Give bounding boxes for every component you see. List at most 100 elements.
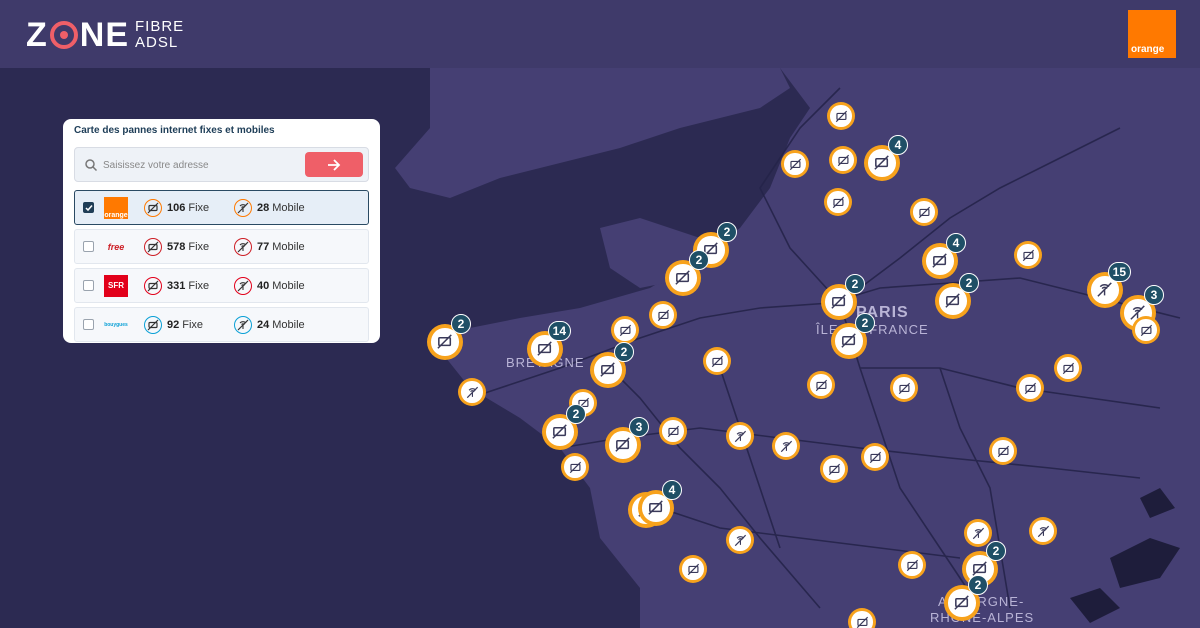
mobile-count: 40	[257, 279, 270, 292]
fixe-outage-icon	[827, 191, 849, 213]
cluster-count-badge: 4	[946, 233, 966, 253]
target-icon	[49, 21, 78, 49]
outage-cluster-marker[interactable]: 2	[831, 313, 875, 359]
outage-cluster-marker[interactable]: 2	[590, 342, 634, 388]
outage-marker[interactable]	[829, 146, 857, 174]
outage-cluster-marker[interactable]: 2	[821, 274, 865, 320]
operator-row-free[interactable]: free 578 Fixe 77 Mobile	[74, 229, 369, 264]
operator-checkbox[interactable]	[83, 280, 94, 291]
search-submit-button[interactable]	[305, 152, 363, 177]
fixe-outage-icon	[913, 201, 935, 223]
mobile-label: Mobile	[272, 240, 305, 253]
operator-row-orange[interactable]: orange 106 Fixe 28 Mobile	[74, 190, 369, 225]
fixe-outage-icon	[810, 374, 832, 396]
outage-cluster-marker[interactable]: 15	[1087, 262, 1131, 308]
outage-cluster-marker[interactable]: 4	[922, 233, 966, 279]
outage-marker[interactable]	[772, 432, 800, 460]
outage-marker[interactable]	[898, 551, 926, 579]
mobile-outage-icon	[729, 425, 751, 447]
fixe-outage-icon	[594, 356, 622, 384]
fixe-count: 92	[167, 318, 180, 331]
cluster-count-badge: 2	[689, 250, 709, 270]
operator-checkbox[interactable]	[83, 319, 94, 330]
fixe-outages: 106 Fixe	[144, 198, 228, 217]
cluster-count-badge: 2	[451, 314, 471, 334]
outage-marker[interactable]	[827, 102, 855, 130]
outage-marker[interactable]	[1132, 316, 1160, 344]
cluster-count-badge: 3	[629, 417, 649, 437]
outage-marker[interactable]	[861, 443, 889, 471]
fixe-outage-icon	[1017, 244, 1039, 266]
address-input[interactable]	[103, 155, 303, 175]
outage-marker[interactable]	[726, 422, 754, 450]
fixe-outage-icon	[609, 431, 637, 459]
cluster-count-badge: 2	[968, 575, 988, 595]
fixe-outage-icon	[614, 319, 636, 341]
outage-marker[interactable]	[611, 316, 639, 344]
outage-marker[interactable]	[820, 455, 848, 483]
outage-marker[interactable]	[781, 150, 809, 178]
outage-cluster-marker[interactable]: 2	[935, 273, 979, 319]
operator-list: orange 106 Fixe 28 Mobile free 578 Fixe …	[74, 190, 369, 342]
outage-cluster-marker[interactable]: 2	[944, 575, 988, 621]
mobile-outages: 77 Mobile	[234, 237, 305, 256]
cluster-count-badge: 2	[959, 273, 979, 293]
mobile-outage-icon	[775, 435, 797, 457]
operator-row-sfr[interactable]: SFR 331 Fixe 40 Mobile	[74, 268, 369, 303]
cluster-count-badge: 3	[1144, 285, 1164, 305]
search-icon	[85, 159, 98, 172]
mobile-count: 77	[257, 240, 270, 253]
outage-cluster-marker[interactable]: 2	[542, 404, 586, 450]
outage-marker[interactable]	[649, 301, 677, 329]
mobile-outage-icon	[1032, 520, 1054, 542]
fixe-outages: 331 Fixe	[144, 276, 228, 295]
cluster-count-badge: 2	[986, 541, 1006, 561]
outage-marker[interactable]	[1016, 374, 1044, 402]
fixe-outage-icon	[652, 304, 674, 326]
outage-marker[interactable]	[1014, 241, 1042, 269]
outage-marker[interactable]	[890, 374, 918, 402]
outage-marker[interactable]	[1029, 517, 1057, 545]
logo-adsl: ADSL	[135, 34, 179, 51]
mobile-outage-icon	[234, 276, 252, 295]
fixe-outage-icon	[669, 264, 697, 292]
outage-marker[interactable]	[910, 198, 938, 226]
operator-checkbox[interactable]	[83, 241, 94, 252]
outage-marker[interactable]	[848, 608, 876, 628]
mobile-count: 28	[257, 201, 270, 214]
outage-cluster-marker[interactable]: 4	[864, 135, 908, 181]
outage-cluster-marker[interactable]: 4	[638, 480, 682, 526]
outage-marker[interactable]	[964, 519, 992, 547]
fixe-outage-icon	[851, 611, 873, 628]
outage-marker[interactable]	[659, 417, 687, 445]
outage-marker[interactable]	[1054, 354, 1082, 382]
operator-checkbox[interactable]	[83, 202, 94, 213]
outage-marker[interactable]	[807, 371, 835, 399]
mobile-outages: 40 Mobile	[234, 276, 305, 295]
outage-cluster-marker[interactable]: 2	[665, 250, 709, 296]
outage-marker[interactable]	[726, 526, 754, 554]
fixe-outage-icon	[992, 440, 1014, 462]
cluster-count-badge: 2	[566, 404, 586, 424]
mobile-outage-icon	[729, 529, 751, 551]
operator-row-bouygues[interactable]: bouygues 92 Fixe 24 Mobile	[74, 307, 369, 342]
outage-marker[interactable]	[989, 437, 1017, 465]
outage-marker[interactable]	[703, 347, 731, 375]
outage-cluster-marker[interactable]: 3	[605, 417, 649, 463]
fixe-outage-icon	[835, 327, 863, 355]
operator-logo-text: SFR	[108, 281, 124, 290]
fixe-outage-icon	[825, 288, 853, 316]
outage-marker[interactable]	[561, 453, 589, 481]
fixe-outage-icon	[144, 237, 162, 256]
operator-logo-text: orange	[104, 211, 128, 219]
mobile-outages: 28 Mobile	[234, 198, 305, 217]
outage-marker[interactable]	[458, 378, 486, 406]
outage-marker[interactable]	[824, 188, 852, 216]
zone-fibre-logo[interactable]: Z NE FIBRE ADSL	[26, 18, 184, 52]
cluster-count-badge: 2	[855, 313, 875, 333]
fixe-count: 106	[167, 201, 186, 214]
outage-marker[interactable]	[679, 555, 707, 583]
orange-logo-text: orange	[1131, 44, 1165, 55]
outage-cluster-marker[interactable]: 14	[527, 321, 571, 367]
outage-cluster-marker[interactable]: 2	[427, 314, 471, 360]
